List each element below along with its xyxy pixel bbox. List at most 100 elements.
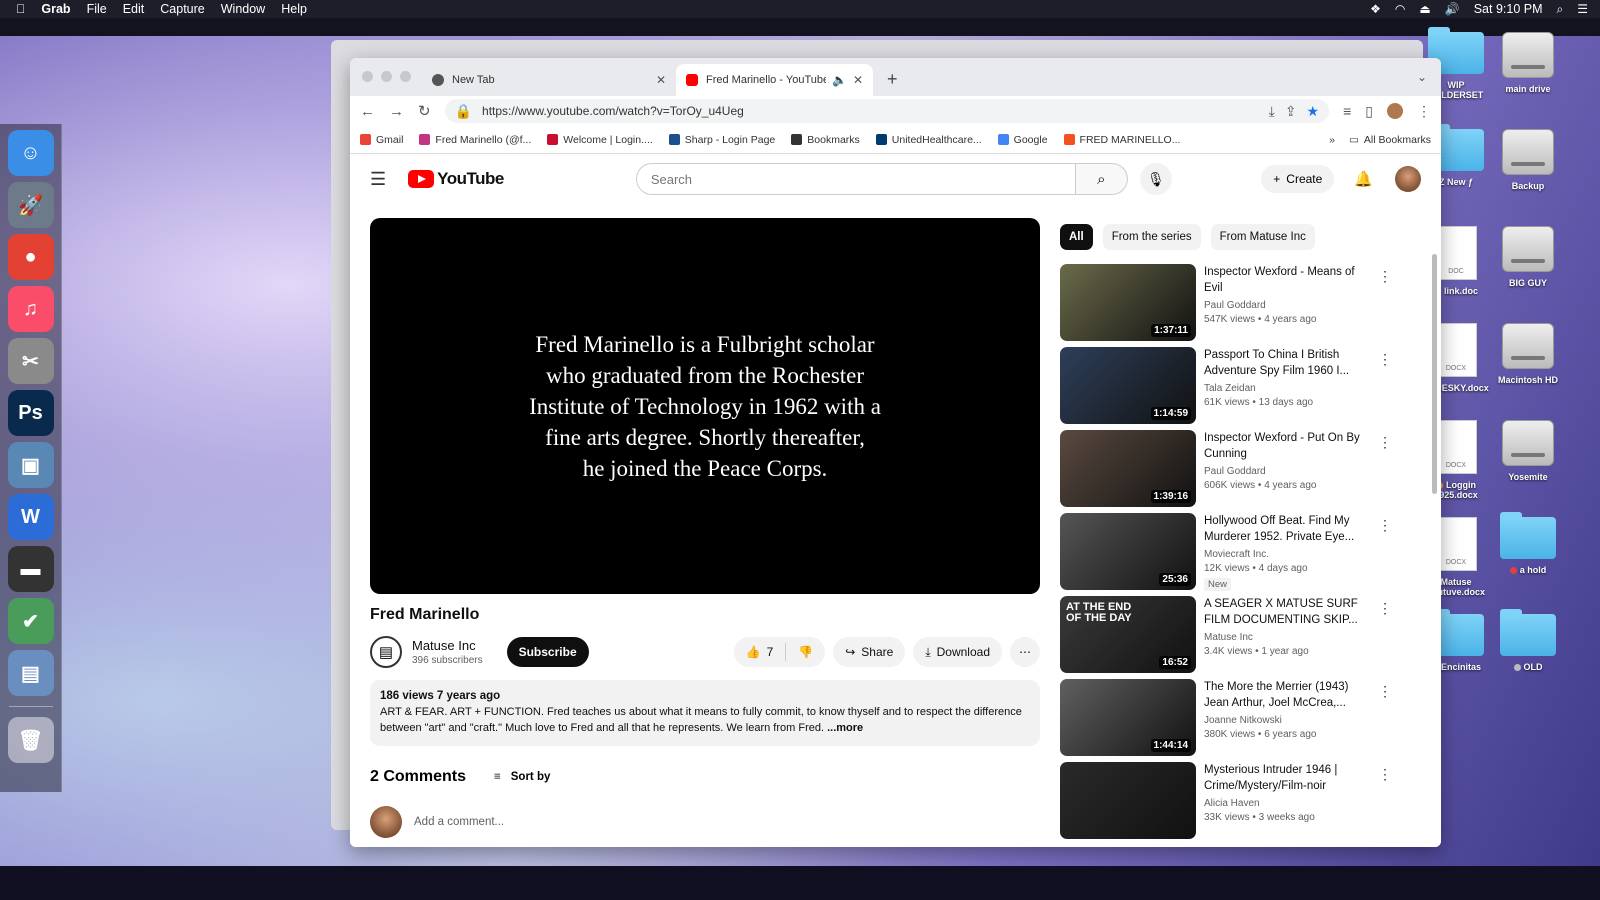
spotlight-search-icon[interactable]: ⌕ [1557, 2, 1564, 17]
related-video-title[interactable]: The More the Merrier (1943) Jean Arthur,… [1204, 679, 1372, 711]
menu-app-name[interactable]: Grab [41, 2, 70, 16]
related-video-item[interactable]: 1:39:16 Inspector Wexford - Put On By Cun… [1060, 430, 1400, 513]
bookmark-item[interactable]: Welcome | Login.... [547, 134, 653, 146]
create-button[interactable]: + Create [1261, 165, 1335, 193]
share-button[interactable]: ↪ Share [833, 637, 906, 667]
bookmarks-overflow-chevron-icon[interactable]: » [1329, 134, 1335, 146]
video-thumbnail[interactable]: 1:39:16 [1060, 430, 1196, 507]
search-button[interactable]: ⌕ [1075, 163, 1128, 195]
more-vertical-icon[interactable]: ⋮ [1378, 434, 1392, 451]
related-video-item[interactable]: AT THE END OF THE DAY 16:52 A SEAGER X MAT… [1060, 596, 1400, 679]
sort-by-button[interactable]: ≡ Sort by [494, 771, 550, 783]
filter-chip[interactable]: All [1060, 224, 1093, 250]
back-arrow-icon[interactable]: ← [360, 103, 375, 120]
bookmark-item[interactable]: Bookmarks [791, 134, 860, 146]
lock-icon[interactable]: 🔒 [455, 103, 472, 120]
close-window-button[interactable] [362, 71, 373, 82]
url-text[interactable]: https://www.youtube.com/watch?v=TorOy_u4… [482, 104, 744, 118]
bookmark-item[interactable]: Gmail [360, 134, 403, 146]
new-tab-button[interactable]: + [887, 69, 898, 90]
share-icon[interactable]: ⇪ [1285, 103, 1297, 120]
filter-chip[interactable]: From Matuse Inc [1210, 224, 1315, 250]
download-button[interactable]: ⤓ Download [913, 637, 1002, 667]
search-input[interactable]: Search [635, 163, 1076, 195]
reload-icon[interactable]: ↻ [418, 102, 431, 120]
video-thumbnail[interactable] [1060, 762, 1196, 839]
menu-clock[interactable]: Sat 9:10 PM [1474, 2, 1543, 16]
related-channel-name[interactable]: Moviecraft Inc. [1204, 549, 1372, 560]
filter-chip[interactable]: From the series [1102, 224, 1201, 250]
dock-app-printer[interactable]: ▬ [7, 546, 54, 592]
tab-search-chevron-icon[interactable]: ⌄ [1417, 70, 1427, 84]
video-thumbnail[interactable]: 1:14:59 [1060, 347, 1196, 424]
add-comment-input[interactable]: Add a comment... [414, 816, 504, 828]
video-thumbnail[interactable]: 25:36 [1060, 513, 1196, 590]
tab-new-tab[interactable]: New Tab ✕ [422, 64, 676, 96]
related-video-title[interactable]: Passport To China I British Adventure Sp… [1204, 347, 1372, 379]
related-video-title[interactable]: A SEAGER X MATUSE SURF FILM DOCUMENTING … [1204, 596, 1372, 628]
dock-app-scissors[interactable]: ✂ [7, 338, 54, 384]
description-box[interactable]: 186 views 7 years ago ART & FEAR. ART + … [370, 680, 1040, 746]
desktop-icon-drive[interactable]: main drive [1492, 32, 1564, 94]
desktop-icon-drive[interactable]: Backup [1492, 129, 1564, 191]
dock-app-launchpad[interactable]: 🚀 [7, 182, 54, 228]
close-tab-icon[interactable]: ✕ [656, 73, 666, 87]
dock-app-chrome[interactable]: ● [7, 234, 54, 280]
dock-trash[interactable]: 🗑 [7, 717, 54, 763]
related-channel-name[interactable]: Tala Zeidan [1204, 383, 1372, 394]
dropbox-icon[interactable]: ❖ [1370, 2, 1381, 16]
eject-icon[interactable]: ⏏ [1419, 2, 1430, 16]
related-channel-name[interactable]: Matuse Inc [1204, 632, 1372, 643]
more-vertical-icon[interactable]: ⋮ [1378, 517, 1392, 534]
close-tab-icon[interactable]: ✕ [853, 73, 863, 87]
bookmark-item[interactable]: UnitedHealthcare... [875, 134, 982, 146]
desktop-icon-drive[interactable]: Macintosh HD [1492, 323, 1564, 385]
menu-capture[interactable]: Capture [160, 2, 204, 16]
more-vertical-icon[interactable]: ⋮ [1378, 351, 1392, 368]
tab-audio-icon[interactable]: 🔈 [832, 73, 847, 87]
related-video-item[interactable]: 1:37:11 Inspector Wexford - Means of Evil… [1060, 264, 1400, 347]
like-thumb-icon[interactable]: 👍 [746, 645, 761, 659]
channel-avatar[interactable]: ▤ [370, 636, 402, 668]
dock-app-music[interactable]: ♫ [7, 286, 54, 332]
desktop-icon-folder[interactable]: a hold [1492, 512, 1564, 575]
address-bar[interactable]: 🔒 https://www.youtube.com/watch?v=TorOy_… [444, 99, 1330, 123]
hamburger-menu-icon[interactable]: ☰ [370, 169, 386, 190]
dislike-thumb-icon[interactable]: 👎 [798, 645, 813, 659]
more-vertical-icon[interactable]: ⋮ [1378, 268, 1392, 285]
channel-name[interactable]: Matuse Inc [412, 638, 483, 653]
bookmark-star-icon[interactable]: ★ [1307, 103, 1320, 120]
like-count[interactable]: 7 [767, 645, 774, 659]
bookmark-item[interactable]: FRED MARINELLO... [1063, 134, 1180, 146]
related-video-title[interactable]: Inspector Wexford - Means of Evil [1204, 264, 1372, 296]
related-video-title[interactable]: Inspector Wexford - Put On By Cunning [1204, 430, 1372, 462]
bookmark-item[interactable]: Google [997, 134, 1048, 146]
related-video-title[interactable]: Mysterious Intruder 1946 | Crime/Mystery… [1204, 762, 1372, 794]
related-video-item[interactable]: 1:14:59 Passport To China I British Adven… [1060, 347, 1400, 430]
voice-search-button[interactable]: 🎙 [1139, 163, 1172, 195]
related-video-item[interactable]: 25:36 Hollywood Off Beat. Find My Murdere… [1060, 513, 1400, 596]
desktop-icon-folder[interactable]: OLD [1492, 609, 1564, 672]
dock-app-preview-2[interactable]: ▤ [7, 650, 54, 696]
profile-avatar[interactable] [1387, 103, 1403, 119]
desktop-icon-drive[interactable]: BIG GUY [1492, 226, 1564, 288]
show-more-link[interactable]: ...more [827, 722, 863, 734]
menu-window[interactable]: Window [221, 2, 265, 16]
menu-file[interactable]: File [87, 2, 107, 16]
notification-center-icon[interactable]: ☰ [1577, 2, 1588, 16]
menu-edit[interactable]: Edit [123, 2, 145, 16]
video-thumbnail[interactable]: 1:44:14 [1060, 679, 1196, 756]
video-player[interactable]: Fred Marinello is a Fulbright scholar wh… [370, 218, 1040, 594]
related-channel-name[interactable]: Paul Goddard [1204, 300, 1372, 311]
video-thumbnail[interactable]: AT THE END OF THE DAY 16:52 [1060, 596, 1196, 673]
desktop-icon-drive[interactable]: Yosemite [1492, 420, 1564, 482]
more-vertical-icon[interactable]: ⋮ [1378, 766, 1392, 783]
install-icon[interactable]: ⤓ [1269, 103, 1275, 120]
dock-app-preview[interactable]: ▣ [7, 442, 54, 488]
subscribe-button[interactable]: Subscribe [506, 637, 589, 667]
more-vertical-icon[interactable]: ⋮ [1378, 600, 1392, 617]
wifi-icon[interactable]: ◠ [1395, 2, 1405, 16]
minimize-window-button[interactable] [381, 71, 392, 82]
more-vertical-icon[interactable]: ⋮ [1378, 683, 1392, 700]
dock-app-installer[interactable]: ✔ [7, 598, 54, 644]
